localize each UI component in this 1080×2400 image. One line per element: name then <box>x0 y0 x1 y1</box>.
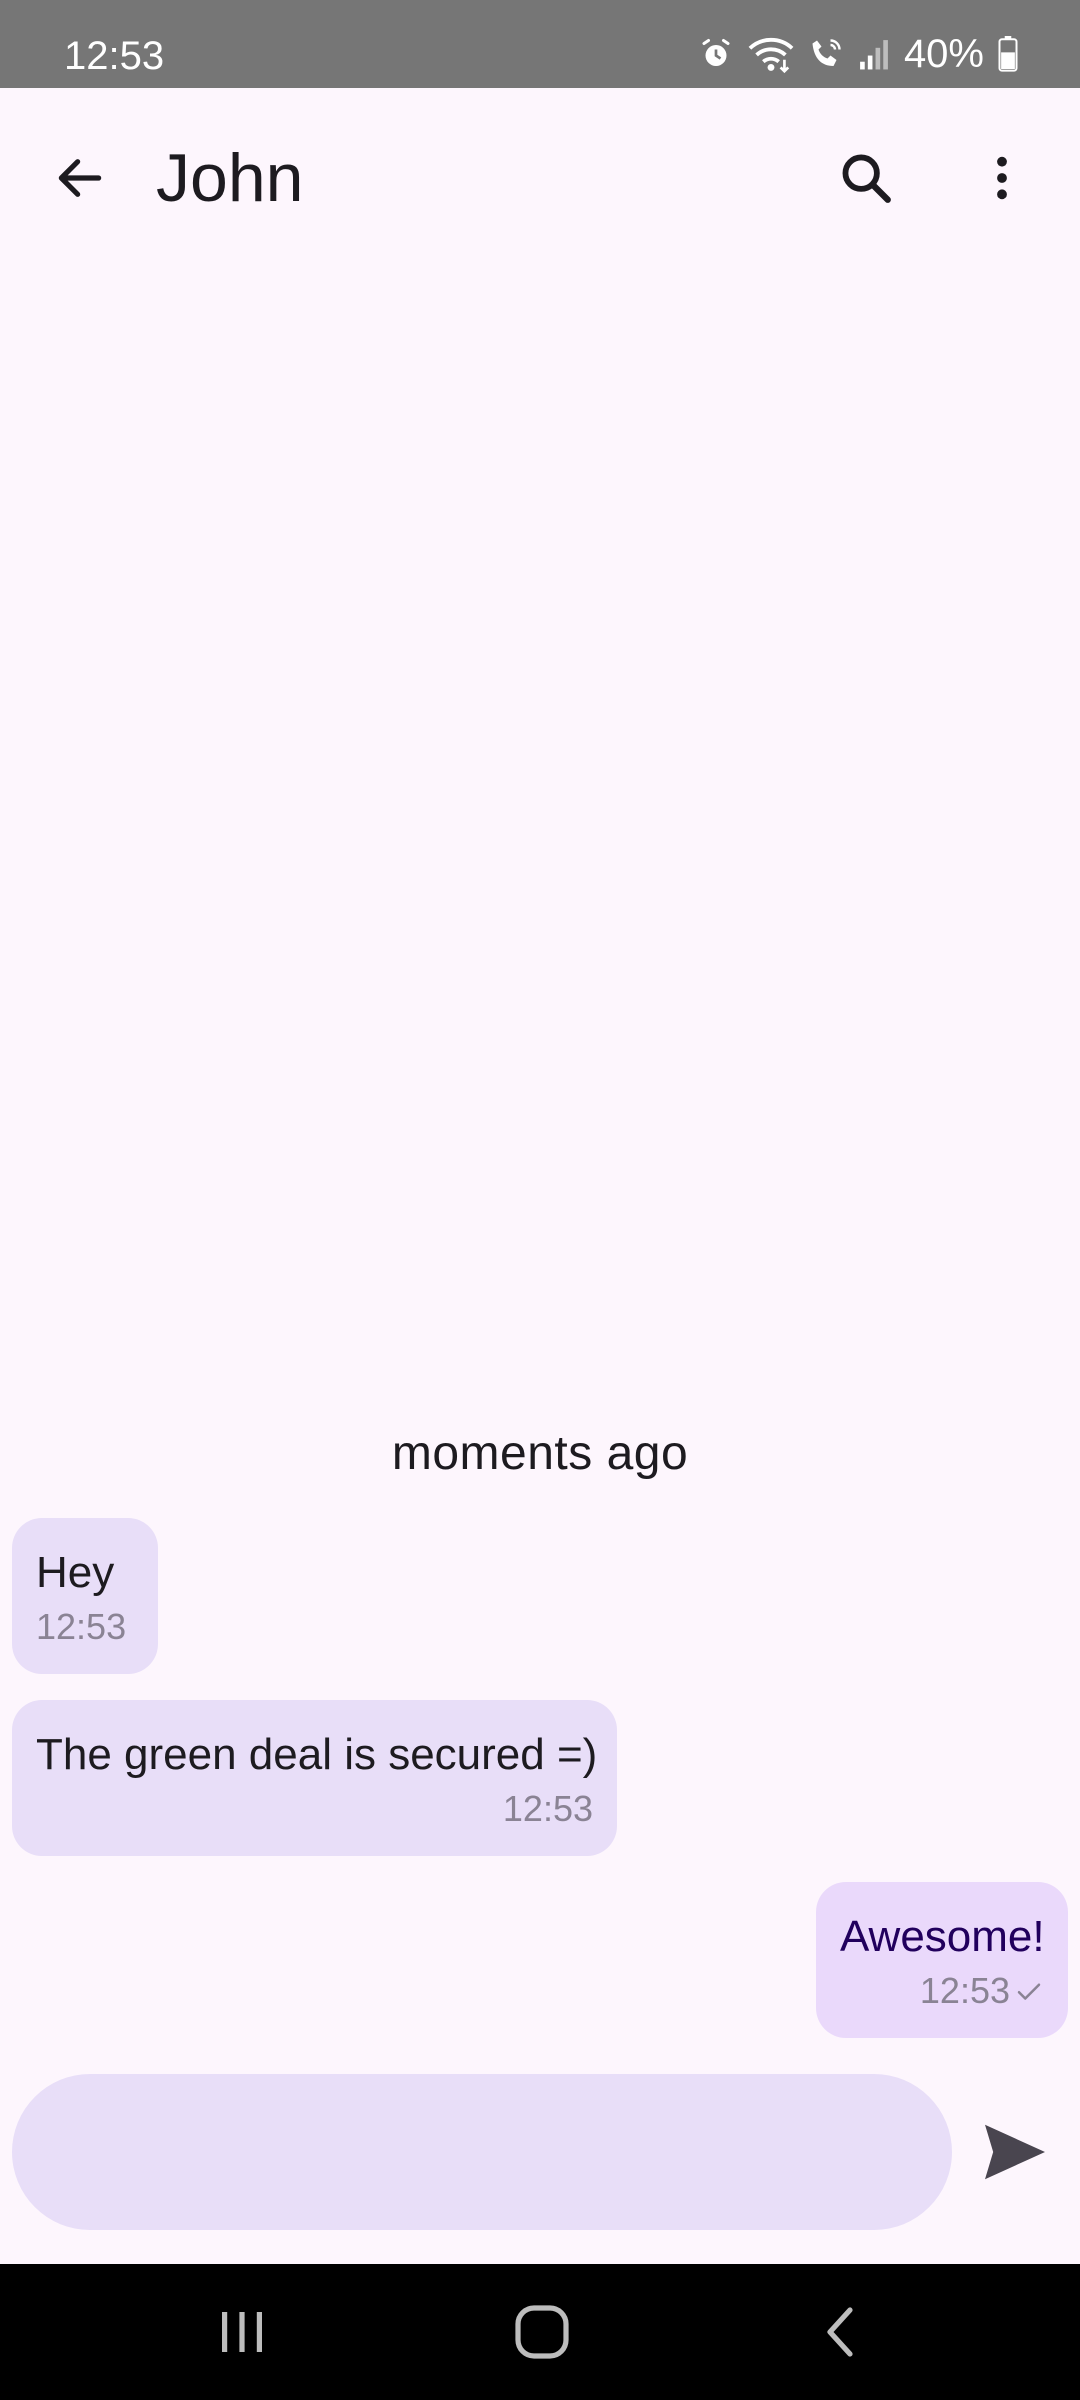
date-separator: moments ago <box>391 1427 689 1480</box>
message-text: Hey <box>36 1548 115 1597</box>
more-vert-icon <box>997 156 1007 200</box>
status-icons: 40% <box>698 32 1018 76</box>
message-bubble-outgoing[interactable]: Awesome! 12:53 <box>816 1882 1068 2038</box>
back-arrow-icon <box>58 159 102 197</box>
search-icon <box>842 154 891 203</box>
wifi-icon <box>748 38 794 74</box>
nav-back-button[interactable] <box>812 2302 872 2362</box>
chevron-left-icon <box>827 2307 853 2357</box>
send-button[interactable] <box>970 2112 1060 2192</box>
sent-check-icon <box>1017 1983 1041 2000</box>
back-button[interactable] <box>40 138 120 218</box>
message-time: 12:53 <box>502 1788 593 1829</box>
send-icon <box>985 2124 1045 2180</box>
wifi-calling-icon <box>812 39 841 66</box>
battery-icon <box>998 36 1018 72</box>
home-icon <box>515 2305 569 2359</box>
contact-name-title: John <box>156 140 304 216</box>
chat-screen: 12:53 40% John moments ago Hey 12:53 The… <box>0 0 1080 2400</box>
signal-icon <box>860 40 888 70</box>
message-bubble-incoming[interactable]: Hey 12:53 <box>12 1518 158 1674</box>
status-bar: 12:53 40% <box>0 0 1080 88</box>
home-button[interactable] <box>512 2302 572 2362</box>
message-text: Awesome! <box>840 1912 1045 1961</box>
recents-button[interactable] <box>212 2304 272 2360</box>
more-options-button[interactable] <box>962 138 1042 218</box>
message-meta: 12:53 <box>36 1606 134 1648</box>
message-input[interactable] <box>12 2074 952 2230</box>
message-text: The green deal is secured =) <box>36 1730 598 1779</box>
message-bubble-incoming[interactable]: The green deal is secured =) 12:53 <box>12 1700 617 1856</box>
battery-percent: 40% <box>903 32 984 76</box>
message-time: 12:53 <box>919 1970 1010 2011</box>
message-time: 12:53 <box>36 1606 127 1647</box>
status-time: 12:53 <box>64 34 165 78</box>
message-meta: 12:53 <box>840 1970 1044 2012</box>
system-nav-bar <box>0 2264 1080 2400</box>
search-button[interactable] <box>826 138 906 218</box>
message-meta: 12:53 <box>36 1788 593 1830</box>
alarm-icon <box>702 39 730 66</box>
app-bar: John <box>0 88 1080 268</box>
recents-icon <box>222 2312 262 2352</box>
